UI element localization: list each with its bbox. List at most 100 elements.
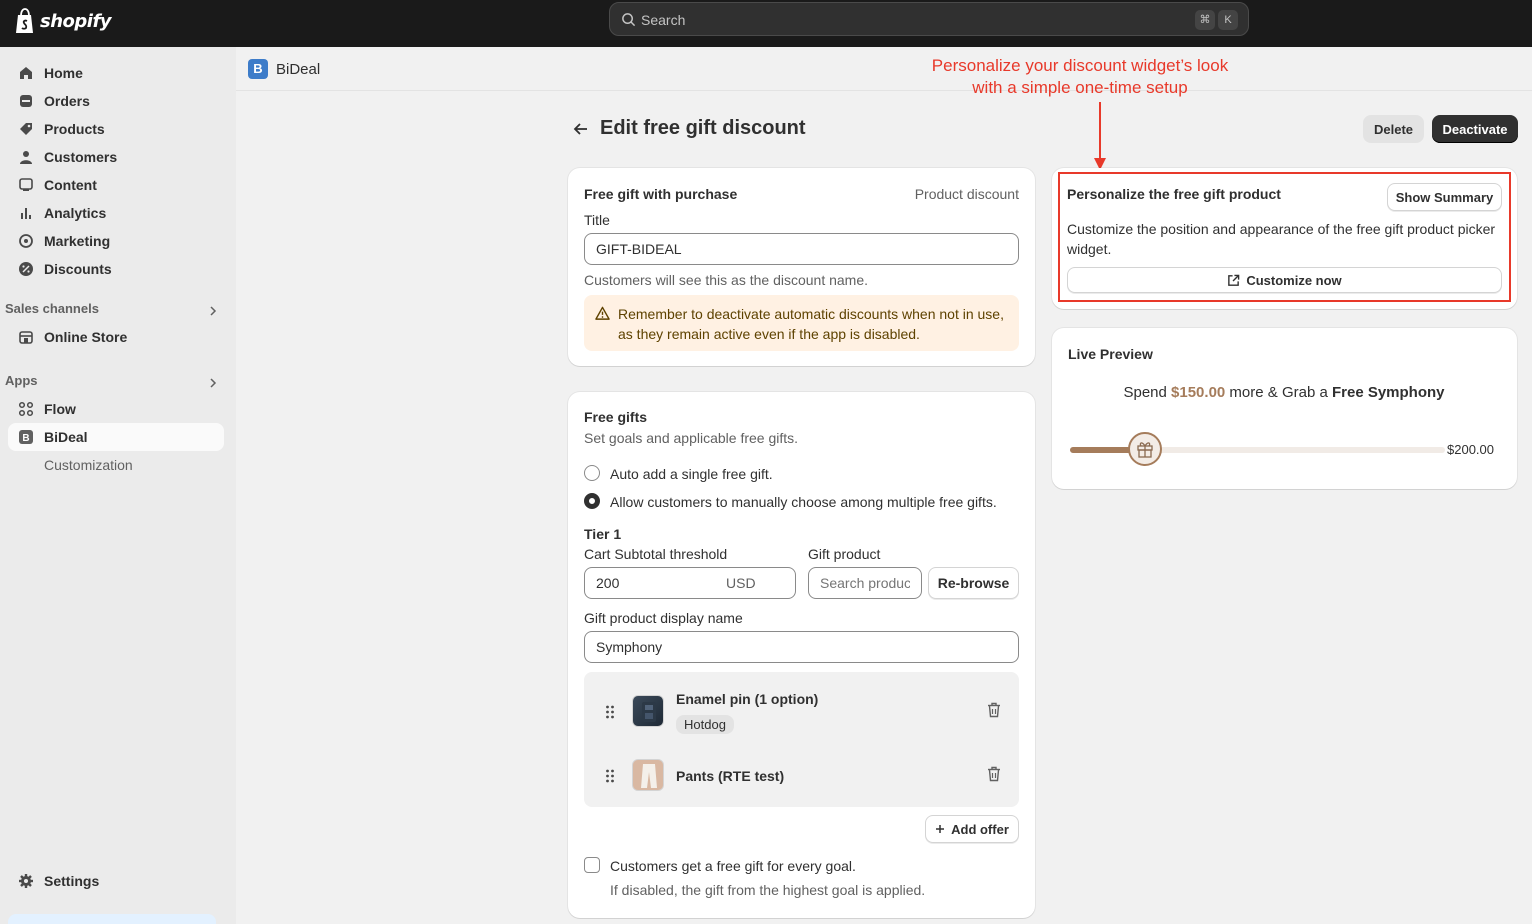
- sidebar-item-marketing[interactable]: Marketing: [8, 227, 224, 255]
- variant-badge: Hotdog: [676, 715, 734, 734]
- sidebar: Home Orders Products Customers Content A…: [0, 47, 236, 924]
- product-thumbnail: [632, 695, 664, 727]
- sidebar-item-customers[interactable]: Customers: [8, 143, 224, 171]
- manual-choose-label[interactable]: Allow customers to manually choose among…: [610, 494, 997, 510]
- sidebar-item-online-store[interactable]: Online Store: [8, 323, 224, 351]
- sidebar-item-bideal[interactable]: B BiDeal: [8, 423, 224, 451]
- sidebar-item-settings[interactable]: Settings: [8, 867, 224, 895]
- svg-text:B: B: [22, 433, 29, 444]
- auto-add-radio[interactable]: [584, 465, 600, 481]
- target-icon: [19, 234, 33, 248]
- preview-message: Spend $150.00 more & Grab a Free Symphon…: [1052, 384, 1516, 401]
- annotation-arrow-icon: [1094, 102, 1106, 170]
- drag-handle-icon[interactable]: [605, 705, 615, 719]
- preview-middle: more & Grab a: [1225, 384, 1332, 401]
- brand-name: shopify: [40, 10, 112, 32]
- rebrowse-button[interactable]: Re-browse: [928, 567, 1019, 599]
- trash-icon[interactable]: [987, 766, 1001, 782]
- sidebar-item-label: Marketing: [44, 233, 111, 249]
- sidebar-item-flow[interactable]: Flow: [8, 395, 224, 423]
- person-icon: [20, 151, 32, 164]
- preview-gift-name: Free Symphony: [1331, 384, 1445, 401]
- sidebar-item-label: Online Store: [44, 329, 128, 345]
- sidebar-item-label: Customers: [44, 149, 118, 165]
- shopify-logo[interactable]: shopify: [14, 8, 112, 34]
- gift-name: Enamel pin (1 option): [676, 691, 819, 707]
- sidebar-item-orders[interactable]: Orders: [8, 87, 224, 115]
- title-help-text: Customers will see this as the discount …: [584, 272, 869, 288]
- highlight-box: [1058, 172, 1511, 302]
- sidebar-item-label: Content: [44, 177, 97, 193]
- sidebar-item-discounts[interactable]: Discounts: [8, 255, 224, 283]
- cmd-key-badge: ⌘: [1195, 10, 1215, 30]
- progress-knob: [1128, 432, 1162, 466]
- bideal-app-icon: B: [248, 59, 268, 79]
- discount-icon: [19, 262, 33, 276]
- preview-amount: $150.00: [1171, 384, 1226, 401]
- trash-icon[interactable]: [987, 702, 1001, 718]
- goal-amount: $200.00: [1447, 442, 1494, 457]
- card-heading: Free gift with purchase: [584, 186, 738, 202]
- plus-icon: [936, 825, 945, 833]
- threshold-input[interactable]: 200 USD: [584, 567, 796, 599]
- display-name-input[interactable]: Symphony: [584, 631, 1019, 663]
- warning-banner: Remember to deactivate automatic discoun…: [584, 295, 1019, 351]
- title-input[interactable]: GIFT-BIDEAL: [584, 233, 1019, 265]
- annotation-callout: Personalize your discount widget’s look …: [900, 55, 1260, 99]
- free-gifts-card: Free gifts Set goals and applicable free…: [568, 392, 1035, 918]
- shopify-bag-icon: [16, 8, 33, 33]
- gift-icon: [1137, 442, 1153, 458]
- sidebar-item-label: BiDeal: [44, 429, 88, 445]
- sidebar-item-label: Products: [44, 121, 105, 137]
- sidebar-item-analytics[interactable]: Analytics: [8, 199, 224, 227]
- sidebar-item-label: Home: [44, 65, 83, 81]
- threshold-label: Cart Subtotal threshold: [584, 546, 728, 562]
- sidebar-item-label: Analytics: [44, 205, 107, 221]
- search-bar[interactable]: Search ⌘ K: [609, 2, 1249, 36]
- card-heading: Free gifts: [584, 409, 648, 425]
- page-title: Edit free gift discount: [600, 117, 806, 139]
- manual-choose-radio[interactable]: [584, 493, 600, 509]
- sidebar-item-label: Orders: [44, 93, 90, 109]
- app-name: BiDeal: [276, 61, 321, 78]
- sidebar-item-products[interactable]: Products: [8, 115, 224, 143]
- every-goal-label[interactable]: Customers get a free gift for every goal…: [610, 858, 856, 874]
- sidebar-item-content[interactable]: Content: [8, 171, 224, 199]
- back-arrow-icon[interactable]: [572, 120, 590, 138]
- gear-icon: [19, 874, 33, 888]
- discount-details-card: Free gift with purchase Product discount…: [568, 168, 1035, 366]
- every-goal-checkbox[interactable]: [584, 857, 600, 873]
- sales-channels-heading[interactable]: Sales channels: [5, 301, 99, 316]
- display-name-value: Symphony: [596, 639, 663, 655]
- search-placeholder: Search: [641, 12, 686, 28]
- add-offer-button[interactable]: Add offer: [925, 815, 1019, 843]
- tier-heading: Tier 1: [584, 526, 622, 542]
- home-icon: [20, 67, 32, 79]
- store-icon: [19, 331, 33, 344]
- auto-add-label[interactable]: Auto add a single free gift.: [610, 466, 773, 482]
- warning-icon: [595, 306, 610, 320]
- tag-icon: [20, 123, 32, 135]
- k-key-badge: K: [1218, 10, 1238, 30]
- orders-icon: [20, 95, 32, 107]
- app-header: B BiDeal: [236, 47, 1532, 91]
- currency-suffix: USD: [726, 575, 756, 591]
- sidebar-item-customization[interactable]: Customization: [44, 457, 133, 473]
- live-preview-card: Live Preview Spend $150.00 more & Grab a…: [1052, 328, 1517, 489]
- chevron-right-icon[interactable]: [208, 306, 218, 316]
- preview-prefix: Spend: [1123, 384, 1172, 401]
- delete-button[interactable]: Delete: [1363, 115, 1424, 143]
- drag-handle-icon[interactable]: [605, 769, 615, 783]
- title-label: Title: [584, 212, 610, 228]
- chevron-right-icon[interactable]: [208, 378, 218, 388]
- annotation-line-2: with a simple one-time setup: [972, 78, 1188, 97]
- deactivate-button[interactable]: Deactivate: [1432, 115, 1518, 143]
- card-subheading: Set goals and applicable free gifts.: [584, 430, 799, 446]
- bideal-app-icon: B: [19, 430, 33, 444]
- sidebar-item-home[interactable]: Home: [8, 59, 224, 87]
- sidebar-item-label: Discounts: [44, 261, 112, 277]
- display-name-label: Gift product display name: [584, 610, 743, 626]
- apps-heading[interactable]: Apps: [5, 373, 38, 388]
- gift-product-search-input[interactable]: [808, 567, 922, 599]
- enamel-pin-image-icon: [642, 702, 656, 722]
